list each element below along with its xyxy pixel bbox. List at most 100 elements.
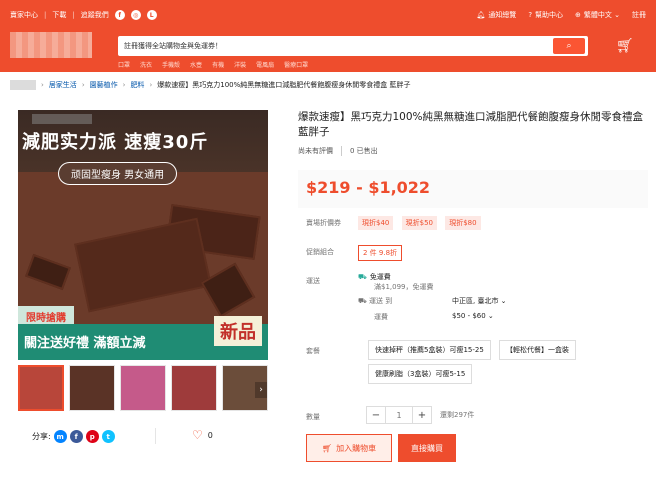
pinterest-icon[interactable]: p — [85, 430, 99, 443]
product-panel: 減肥实力派 速瘦30斤 顽固型瘦身 男女通用 限時搶購 關注送好禮 滿額立減 新… — [10, 100, 655, 489]
variant-label: 套餐 — [306, 347, 320, 355]
coupon-tag[interactable]: 現折$80 — [445, 216, 481, 230]
thumbnail[interactable] — [171, 365, 217, 411]
coupon-label: 賣場折價券 — [306, 219, 341, 227]
combo-tag[interactable]: 2 件 9.8折 — [358, 245, 403, 261]
hotword[interactable]: 洗衣 — [140, 60, 152, 69]
quantity-row: 數量 − 1 + 還剩297件 — [306, 406, 636, 432]
like-count: 0 — [207, 430, 213, 440]
hot-keywords: 口罩 洗衣 手機殼 水壺 有機 洋裝 電風扇 醫療口罩 — [118, 60, 308, 69]
shipping-label: 運送 — [306, 277, 320, 285]
notifications-label: 通知總覽 — [488, 11, 517, 19]
stock-text: 還剩297件 — [440, 411, 475, 419]
thumbnail-strip: › — [18, 365, 268, 411]
follow-label: 追蹤我們 — [80, 11, 109, 19]
search-button[interactable]: ⌕ — [553, 38, 585, 54]
hotword[interactable]: 口罩 — [118, 60, 130, 69]
twitter-icon[interactable]: t — [101, 430, 115, 443]
globe-icon: ⊕ — [575, 11, 581, 19]
facebook-icon[interactable]: f — [69, 430, 83, 443]
coupon-tag[interactable]: 現折$40 — [358, 216, 394, 230]
rating-text: 尚未有評價 — [298, 147, 333, 155]
product-main-image[interactable]: 減肥实力派 速瘦30斤 顽固型瘦身 男女通用 限時搶購 關注送好禮 滿額立減 新… — [18, 110, 268, 360]
home-link[interactable] — [10, 80, 36, 90]
variant-row: 套餐 快速掉秤（推薦5盒裝）可瘦15-25 【輕松代餐】一盒裝 健康刷脂（3盒裝… — [306, 340, 636, 396]
breadcrumb-link[interactable]: 園藝植作 — [90, 80, 118, 90]
add-to-cart-label: 加入購物車 — [336, 443, 377, 453]
breadcrumb: › 居家生活 › 園藝植作 › 肥料 › 爆款速瘦】黑巧克力100%純黑無糖進口… — [10, 80, 411, 90]
variant-option[interactable]: 健康刷脂（3盒裝）可瘦5-15 — [368, 364, 473, 384]
search-bar: ⌕ — [118, 36, 588, 56]
shop-logo[interactable] — [10, 32, 92, 58]
divider: | — [44, 11, 47, 19]
sold-count: 0 已售出 — [350, 147, 378, 155]
register-link[interactable]: 註冊 — [632, 10, 646, 20]
facebook-icon[interactable]: f — [114, 10, 125, 20]
search-input[interactable] — [124, 39, 544, 53]
thumbnail[interactable] — [18, 365, 64, 411]
chevron-right-icon: › — [41, 81, 44, 89]
fee-value: $50 - $60 — [452, 312, 486, 320]
chevron-right-icon[interactable]: › — [255, 382, 267, 398]
variant-option[interactable]: 快速掉秤（推薦5盒裝）可瘦15-25 — [368, 340, 491, 360]
free-shipping-icon: ⛟ — [358, 273, 367, 281]
thumbnail[interactable] — [120, 365, 166, 411]
quantity-label: 數量 — [306, 413, 320, 421]
increase-button[interactable]: + — [412, 406, 432, 424]
ship-to-value: 中正區, 臺北市 — [452, 297, 499, 305]
chevron-right-icon: › — [149, 81, 153, 89]
banner-text: 減肥实力派 速瘦30斤 — [22, 132, 209, 153]
ship-to-selector[interactable]: 中正區, 臺北市 ⌄ — [452, 296, 507, 306]
download-link[interactable]: 下載 — [52, 10, 66, 20]
search-icon: ⌕ — [566, 41, 572, 51]
thumbnail[interactable] — [69, 365, 115, 411]
coupon-tag[interactable]: 現折$50 — [401, 216, 437, 230]
notifications-link[interactable]: 🔔︎ 通知總覽 — [476, 10, 516, 20]
top-bar: 賣家中心 | 下載 | 追蹤我們 f ◎ L 🔔︎ 通知總覽 ? 幫助中心 ⊕ 繁體中… — [0, 0, 656, 28]
help-label: 幫助中心 — [535, 11, 564, 19]
like-button[interactable]: ♡ 0 — [192, 428, 213, 442]
truck-icon: ⛟ — [358, 297, 367, 305]
hotword[interactable]: 水壺 — [190, 60, 202, 69]
line-icon[interactable]: L — [146, 10, 157, 20]
instagram-icon[interactable]: ◎ — [130, 10, 141, 20]
quantity-input[interactable]: 1 — [386, 406, 412, 424]
chevron-right-icon: › — [122, 81, 126, 89]
hotword[interactable]: 有機 — [212, 60, 224, 69]
add-to-cart-button[interactable]: 🛒︎ 加入購物車 — [306, 434, 392, 462]
product-info: 爆款速瘦】黑巧克力100%純黑無糖進口減脂肥代餐飽腹瘦身休閒零食禮盒 藍胖子 尚… — [298, 110, 648, 462]
breadcrumb-link[interactable]: 居家生活 — [49, 80, 77, 90]
top-bar-left: 賣家中心 | 下載 | 追蹤我們 f ◎ L — [10, 10, 157, 20]
hotword[interactable]: 醫療口罩 — [284, 60, 308, 69]
cart-plus-icon: 🛒︎ — [321, 443, 333, 453]
share-label: 分享: — [32, 432, 51, 441]
divider — [341, 146, 342, 156]
fee-selector[interactable]: $50 - $60 ⌄ — [452, 312, 494, 320]
hotword[interactable]: 電風扇 — [256, 60, 274, 69]
free-shipping: 免運費 — [369, 273, 391, 281]
thumbnail[interactable]: › — [222, 365, 268, 411]
share-row: 分享: m f p t — [32, 430, 115, 443]
language-label: 繁體中文 — [583, 11, 612, 19]
hotword[interactable]: 洋裝 — [234, 60, 246, 69]
messenger-icon[interactable]: m — [53, 430, 67, 443]
decrease-button[interactable]: − — [366, 406, 386, 424]
combo-label: 促銷組合 — [306, 248, 334, 256]
footer-text: 關注送好禮 滿額立減 — [24, 336, 146, 351]
cart-icon[interactable]: 🛒︎ — [616, 38, 634, 54]
breadcrumb-current: 爆款速瘦】黑巧克力100%純黑無糖進口減脂肥代餐飽腹瘦身休閒零食禮盒 藍胖子 — [157, 81, 411, 89]
banner-pill: 顽固型瘦身 男女通用 — [58, 162, 178, 185]
bell-icon: 🔔︎ — [476, 11, 486, 19]
variant-option[interactable]: 【輕松代餐】一盒裝 — [499, 340, 577, 360]
chocolate-piece — [25, 253, 71, 291]
product-title: 爆款速瘦】黑巧克力100%純黑無糖進口減脂肥代餐飽腹瘦身休閒零食禮盒 藍胖子 — [298, 111, 644, 138]
ship-to-label: 運送 到 — [369, 297, 393, 305]
buy-now-button[interactable]: 直接購買 — [398, 434, 456, 462]
language-selector[interactable]: ⊕ 繁體中文 ⌄ — [575, 10, 620, 20]
hotword[interactable]: 手機殼 — [162, 60, 180, 69]
breadcrumb-link[interactable]: 肥料 — [130, 80, 144, 90]
seller-center-link[interactable]: 賣家中心 — [10, 10, 38, 20]
new-badge: 新品 — [214, 316, 262, 346]
blurred-logo — [32, 114, 92, 124]
help-link[interactable]: ? 幫助中心 — [528, 10, 563, 20]
